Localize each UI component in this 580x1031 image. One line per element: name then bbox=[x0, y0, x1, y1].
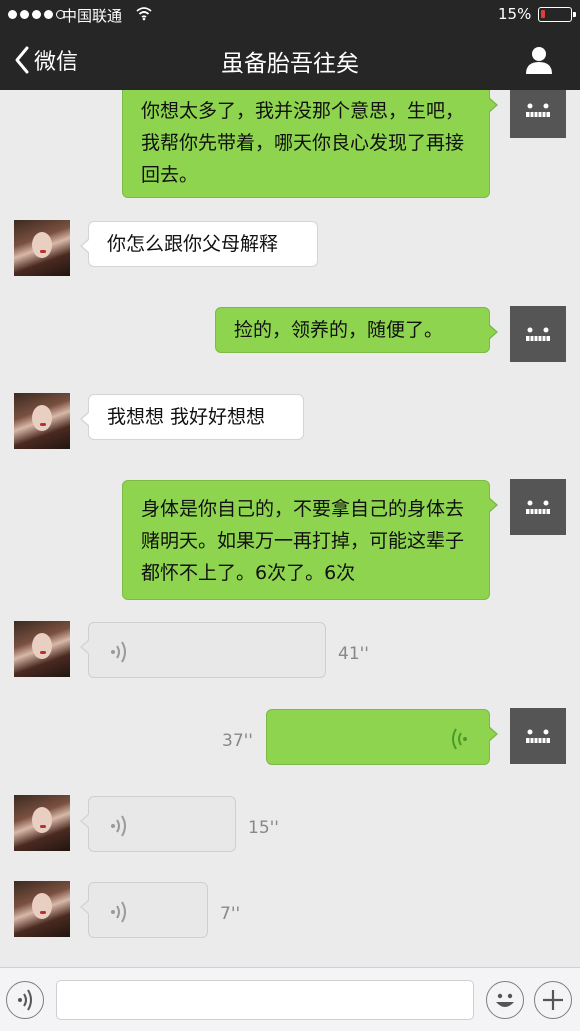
voice-wave-icon bbox=[111, 901, 126, 923]
voice-message-sent[interactable] bbox=[266, 709, 498, 765]
my-avatar[interactable] bbox=[510, 90, 566, 138]
voice-wave-icon bbox=[111, 641, 126, 663]
my-avatar[interactable] bbox=[510, 306, 566, 362]
emoji-button[interactable] bbox=[486, 981, 524, 1019]
avatar-face-icon bbox=[526, 729, 550, 743]
carrier-name: 中国联通 bbox=[62, 7, 123, 25]
message-bubble-received[interactable]: 你怎么跟你父母解释 bbox=[80, 221, 318, 267]
voice-mode-button[interactable] bbox=[6, 981, 44, 1019]
back-label: 微信 bbox=[34, 50, 79, 75]
avatar-face-icon bbox=[526, 103, 550, 117]
more-button[interactable] bbox=[534, 981, 572, 1019]
status-bar: 中国联通 15% bbox=[0, 0, 580, 30]
battery-percent: 15% bbox=[498, 5, 532, 23]
input-bar bbox=[0, 967, 580, 1031]
signal-strength-icon bbox=[8, 10, 65, 19]
message-bubble-sent[interactable]: 捡的，领养的，随便了。 bbox=[215, 307, 498, 353]
chevron-left-icon bbox=[15, 46, 29, 74]
contact-avatar[interactable] bbox=[14, 795, 70, 851]
voice-duration: 37'' bbox=[222, 731, 253, 751]
message-bubble-received[interactable]: 我想想 我好好想想 bbox=[80, 394, 304, 440]
message-bubble-sent[interactable]: 身体是你自己的，不要拿自己的身体去赌明天。如果万一再打掉，可能这辈子都怀不上了。… bbox=[122, 480, 498, 600]
contact-avatar[interactable] bbox=[14, 621, 70, 677]
voice-mode-icon bbox=[18, 989, 32, 1011]
avatar-face-icon bbox=[526, 327, 550, 341]
message-bubble-sent[interactable]: 你想太多了，我并没那个意思，生吧，我帮你先带着，哪天你良心发现了再接回去。 bbox=[122, 90, 498, 198]
contact-avatar[interactable] bbox=[14, 881, 70, 937]
back-button[interactable]: 微信 bbox=[14, 44, 78, 76]
voice-wave-icon bbox=[452, 728, 467, 750]
person-icon[interactable] bbox=[524, 45, 554, 75]
contact-avatar[interactable] bbox=[14, 220, 70, 276]
voice-duration: 41'' bbox=[338, 644, 369, 664]
emoji-icon bbox=[496, 993, 514, 1007]
voice-message-received[interactable] bbox=[80, 882, 208, 938]
plus-icon bbox=[543, 990, 563, 1010]
voice-message-received[interactable] bbox=[80, 796, 236, 852]
chat-title: 虽备胎吾往矣 bbox=[221, 51, 359, 77]
my-avatar[interactable] bbox=[510, 708, 566, 764]
voice-wave-icon bbox=[111, 815, 126, 837]
wifi-icon bbox=[136, 7, 152, 21]
voice-duration: 7'' bbox=[220, 904, 241, 924]
battery-icon bbox=[538, 7, 576, 22]
nav-bar: 微信 虽备胎吾往矣 bbox=[0, 30, 580, 90]
avatar-face-icon bbox=[526, 500, 550, 514]
chat-area[interactable]: 你想太多了，我并没那个意思，生吧，我帮你先带着，哪天你良心发现了再接回去。 你怎… bbox=[0, 90, 580, 967]
message-input[interactable] bbox=[56, 980, 474, 1020]
voice-duration: 15'' bbox=[248, 818, 279, 838]
my-avatar[interactable] bbox=[510, 479, 566, 535]
voice-message-received[interactable] bbox=[80, 622, 326, 678]
contact-avatar[interactable] bbox=[14, 393, 70, 449]
